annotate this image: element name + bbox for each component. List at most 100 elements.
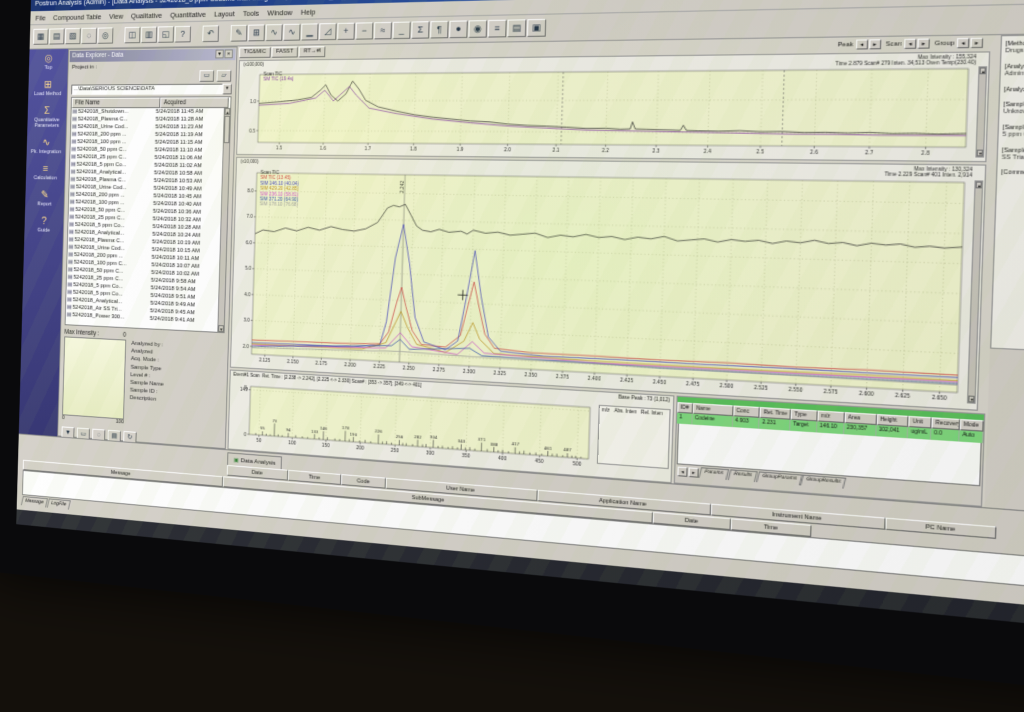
menu-item[interactable]: File bbox=[35, 13, 45, 22]
pin-button[interactable]: ▾ bbox=[215, 50, 223, 59]
prev-icon[interactable]: ◄ bbox=[855, 39, 867, 49]
sample-header-label: [Analyzed by] bbox=[1005, 62, 1024, 70]
calibration-curve-icon[interactable]: ◿ bbox=[319, 23, 337, 40]
chromatogram-view-icon[interactable]: ∿ bbox=[283, 24, 300, 41]
menu-item[interactable]: Compound Table bbox=[53, 12, 101, 22]
sample-header-field: [Comment] bbox=[1001, 170, 1024, 179]
results-tab[interactable]: Params bbox=[698, 467, 728, 480]
peak-auto-icon[interactable]: ≈ bbox=[374, 22, 392, 39]
quant-result-icon[interactable]: ≡ bbox=[488, 20, 507, 38]
sample-header-value: 5 ppm Codeine and Morphine bbox=[1002, 132, 1024, 140]
sidebar-item[interactable]: ≡ Calculation bbox=[27, 163, 64, 181]
spectrum-view-icon[interactable]: ▁ bbox=[301, 23, 319, 40]
scroll-up-icon[interactable]: ▲ bbox=[979, 67, 985, 74]
tile-view-icon[interactable]: ◫ bbox=[124, 27, 140, 44]
svg-text:350: 350 bbox=[462, 453, 471, 459]
sidebar-item[interactable]: ✎ Report bbox=[26, 189, 63, 208]
results-tab[interactable]: GroupParams bbox=[756, 471, 803, 485]
scroll-down-icon[interactable]: ▼ bbox=[218, 325, 224, 332]
spectrum-search-icon[interactable]: ◉ bbox=[468, 20, 487, 38]
column-header-file-name[interactable]: File Name bbox=[72, 98, 161, 109]
scroll-down-icon[interactable]: ▼ bbox=[968, 395, 974, 402]
tic-scrollbar[interactable]: ▲ ▼ bbox=[975, 66, 987, 157]
scroll-up-icon[interactable]: ▲ bbox=[976, 182, 982, 189]
chromatogram-area: TIC&MICFASSTRT→#I Peak ◄ ► Scan ◄ ► Grou… bbox=[226, 35, 1001, 507]
log-tab[interactable]: Message bbox=[21, 496, 48, 507]
annotation-icon[interactable]: ¶ bbox=[430, 21, 449, 39]
log-tab[interactable]: LogFile bbox=[47, 498, 71, 509]
manual-integration-icon[interactable]: ∿ bbox=[265, 24, 282, 41]
save-icon[interactable]: ▦ bbox=[33, 29, 49, 45]
results-tab[interactable]: Results bbox=[727, 469, 757, 482]
svg-text:2.200: 2.200 bbox=[344, 362, 356, 368]
results-tab[interactable]: GroupResults bbox=[800, 475, 847, 489]
help-icon[interactable]: ? bbox=[174, 26, 191, 43]
scroll-down-icon[interactable]: ▼ bbox=[977, 150, 983, 157]
separator[interactable] bbox=[219, 25, 230, 42]
graph-overlay-icon[interactable]: ▤ bbox=[507, 19, 526, 37]
next-icon[interactable]: ► bbox=[917, 38, 930, 48]
project-path-select[interactable]: ...\Data\SERIOUS SCIENCE\DATA bbox=[71, 84, 223, 95]
compound-table-icon[interactable]: ⊞ bbox=[248, 24, 265, 41]
sidebar-item[interactable]: Σ Quantitative Parameters bbox=[28, 105, 66, 128]
guide-icon: ? bbox=[25, 215, 62, 228]
main-chromatogram-plot[interactable]: 2.1252.1502.1752.2002.2252.2502.2752.300… bbox=[231, 169, 977, 406]
peak-subtract-icon[interactable]: − bbox=[355, 22, 373, 39]
svg-text:2.125: 2.125 bbox=[259, 357, 271, 363]
report-print-icon[interactable]: ▣ bbox=[527, 19, 546, 37]
sidebar-item[interactable]: ⊞ Load Method bbox=[29, 79, 66, 97]
print-preview-icon[interactable]: ▧ bbox=[65, 28, 81, 44]
svg-text:1.5: 1.5 bbox=[276, 145, 283, 150]
chevron-down-icon[interactable]: ▼ bbox=[222, 84, 231, 95]
view-tab[interactable]: TIC&MIC bbox=[239, 47, 271, 58]
tic-overview-plot[interactable]: 1.51.61.71.81.92.02.12.22.32.42.52.62.72… bbox=[237, 65, 981, 159]
table-view-icon[interactable]: ▥ bbox=[141, 27, 157, 44]
data-search-icon[interactable]: ◎ bbox=[97, 27, 113, 43]
record-dot-icon[interactable]: ● bbox=[449, 20, 468, 38]
browse-folder-button[interactable]: ▭ bbox=[199, 70, 214, 82]
spectrum-process-icon[interactable]: Σ bbox=[411, 21, 429, 39]
scroll-up-icon[interactable]: ▲ bbox=[225, 108, 231, 115]
file-row[interactable]: ▤ 5242018_Shutdown... 5/24/2018 11:45 AM bbox=[71, 108, 223, 116]
view-tab[interactable]: FASST bbox=[271, 47, 298, 58]
separator[interactable] bbox=[114, 27, 125, 43]
sample-header-field: [Analyzed by] Admin bbox=[1004, 62, 1024, 78]
peak-add-icon[interactable]: + bbox=[337, 23, 355, 40]
close-icon[interactable]: × bbox=[224, 49, 232, 58]
sidebar-item[interactable]: ? Guide bbox=[25, 215, 62, 234]
menu-item[interactable]: Qualitative bbox=[131, 11, 162, 20]
zoom-icon[interactable]: ◌ bbox=[81, 28, 97, 44]
svg-text:2.525: 2.525 bbox=[754, 385, 769, 392]
svg-text:178: 178 bbox=[342, 426, 350, 431]
baseline-icon[interactable]: _ bbox=[392, 22, 410, 40]
sidebar-item[interactable]: ∿ Pk. Integration bbox=[27, 137, 64, 155]
tab-scroll-left-icon[interactable]: ◄ bbox=[677, 466, 687, 476]
undo-icon[interactable]: ↶ bbox=[202, 25, 219, 42]
sidebar-item[interactable]: ◎ Top bbox=[30, 53, 67, 71]
prev-icon[interactable]: ◄ bbox=[904, 39, 917, 49]
menu-item[interactable]: Quantitative bbox=[170, 10, 206, 20]
column-header-acquired[interactable]: Acquired bbox=[160, 97, 229, 108]
menu-item[interactable]: View bbox=[109, 11, 123, 20]
method-wizard-icon[interactable]: ✎ bbox=[230, 25, 247, 42]
cell-mz: 146.10 bbox=[817, 421, 844, 434]
menu-item[interactable]: Window bbox=[267, 8, 292, 17]
menu-item[interactable]: Tools bbox=[243, 8, 259, 17]
tab-scroll-right-icon[interactable]: ► bbox=[688, 467, 698, 477]
separator[interactable] bbox=[191, 26, 202, 43]
menu-item[interactable]: Layout bbox=[214, 9, 235, 18]
print-icon[interactable]: ▤ bbox=[49, 28, 65, 44]
prev-icon[interactable]: ◄ bbox=[957, 38, 970, 48]
navigator-label: Scan bbox=[885, 41, 901, 48]
next-icon[interactable]: ► bbox=[970, 38, 983, 48]
scrollbar-thumb[interactable] bbox=[224, 116, 230, 143]
view-tab[interactable]: RT→#I bbox=[299, 46, 326, 57]
window-layout-icon[interactable]: ◱ bbox=[158, 26, 174, 43]
next-icon[interactable]: ► bbox=[869, 39, 881, 49]
menu-item[interactable]: Help bbox=[301, 7, 316, 16]
sidebar-item-label: Calculation bbox=[27, 175, 64, 181]
svg-text:2.275: 2.275 bbox=[432, 367, 445, 373]
svg-text:500: 500 bbox=[572, 461, 581, 467]
new-folder-button[interactable]: ▱ bbox=[216, 70, 231, 82]
svg-text:0.5: 0.5 bbox=[249, 128, 256, 133]
